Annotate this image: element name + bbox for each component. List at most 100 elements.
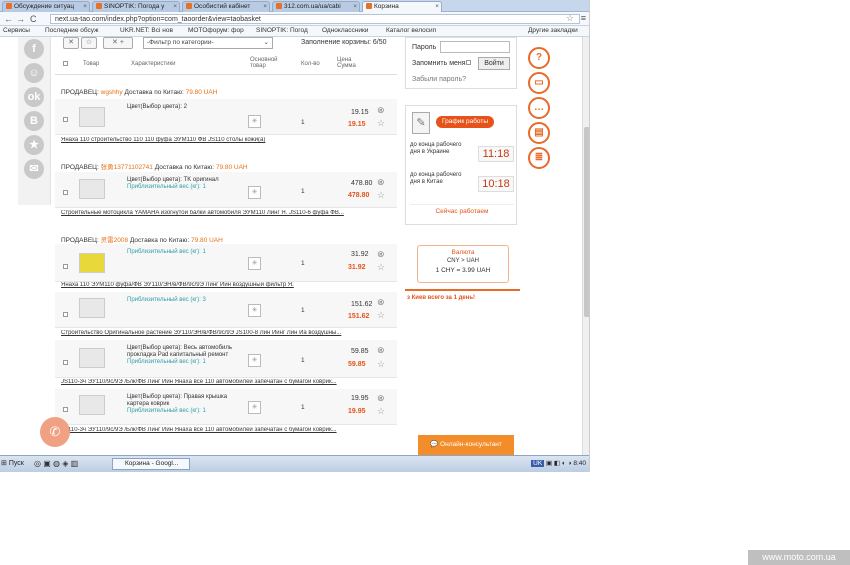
main-product-toggle[interactable]: ✳ bbox=[248, 401, 261, 414]
vkontakte-icon[interactable]: B bbox=[24, 111, 44, 131]
tray-icons[interactable]: ▣ ◧ ◐ ◑ bbox=[546, 460, 572, 467]
forgot-password-link[interactable]: Забыли пароль? bbox=[412, 76, 466, 83]
item-checkbox[interactable] bbox=[63, 407, 68, 412]
language-indicator[interactable]: UK bbox=[531, 460, 545, 467]
taskbar-item-browser[interactable]: Корзина - Googl... bbox=[112, 458, 190, 470]
item-checkbox[interactable] bbox=[63, 117, 68, 122]
question-icon[interactable]: ? bbox=[528, 47, 550, 69]
document-icon[interactable]: ▤ bbox=[528, 122, 550, 144]
scrollbar[interactable] bbox=[582, 37, 589, 455]
favorite-icon[interactable]: ☆ bbox=[377, 190, 385, 201]
list-icon[interactable]: ≣ bbox=[528, 147, 550, 169]
item-checkbox[interactable] bbox=[63, 264, 68, 269]
favorite-icon[interactable]: ☆ bbox=[377, 359, 385, 370]
favorite-icon[interactable]: ☆ bbox=[377, 406, 385, 417]
item-title-link[interactable]: JS110-3ч ЭУ110/9с/9Э /Б/ж/ФВ Линг Йин Ян… bbox=[61, 427, 391, 433]
item-qty[interactable]: 1 bbox=[301, 119, 305, 126]
seller-name[interactable]: wgshhy bbox=[101, 89, 123, 96]
menu-icon[interactable]: ≡ bbox=[581, 13, 586, 23]
schedule-button[interactable]: График работы bbox=[436, 116, 494, 128]
remove-icon[interactable]: ⊗ bbox=[377, 105, 385, 116]
product-thumbnail[interactable] bbox=[79, 179, 105, 199]
item-qty[interactable]: 1 bbox=[301, 188, 305, 195]
bookmark-services[interactable]: Сервисы bbox=[3, 27, 30, 34]
bookmark-3[interactable]: MOTOфорум: фор bbox=[188, 27, 244, 34]
close-icon[interactable]: × bbox=[435, 3, 439, 10]
remove-icon[interactable]: ⊗ bbox=[377, 297, 385, 308]
product-thumbnail[interactable] bbox=[79, 253, 105, 273]
start-button[interactable]: ⊞ Пуск bbox=[1, 458, 29, 470]
favorite-icon[interactable]: ☆ bbox=[377, 310, 385, 321]
item-title-link[interactable]: Строительство Оригинальное растение ЭУ11… bbox=[61, 330, 391, 336]
item-checkbox[interactable] bbox=[63, 190, 68, 195]
login-button[interactable]: Войти bbox=[478, 57, 510, 70]
item-title-link[interactable]: JS110-3ч ЭУ110/9с/9Э /Б/ж/ФВ Линг Йин Ян… bbox=[61, 379, 391, 385]
online-consultant-button[interactable]: 💬 Онлайн-консультант bbox=[418, 435, 514, 455]
bookmark-2[interactable]: UKR.NET: Всі нов bbox=[120, 27, 173, 34]
item-qty[interactable]: 1 bbox=[301, 357, 305, 364]
product-thumbnail[interactable] bbox=[79, 395, 105, 415]
card-icon[interactable]: ▭ bbox=[528, 72, 550, 94]
item-title-link[interactable]: Янаха 110 строительство 110 110 фуфа ЭУМ… bbox=[61, 137, 391, 143]
remove-icon[interactable]: ⊗ bbox=[377, 345, 385, 356]
forward-icon[interactable]: → bbox=[16, 14, 25, 24]
scrollbar-thumb[interactable] bbox=[584, 127, 589, 317]
bookmark-6[interactable]: Каталог велосип bbox=[386, 27, 436, 34]
bookmark-star-icon[interactable]: ☆ bbox=[566, 13, 574, 24]
main-product-toggle[interactable]: ✳ bbox=[248, 257, 261, 270]
close-icon[interactable]: × bbox=[173, 3, 177, 10]
main-product-toggle[interactable]: ✳ bbox=[248, 304, 261, 317]
seller-name[interactable]: 张勇13771102741 bbox=[101, 164, 153, 171]
item-checkbox[interactable] bbox=[63, 312, 68, 317]
mail-icon[interactable]: ✉ bbox=[24, 159, 44, 179]
item-qty[interactable]: 1 bbox=[301, 404, 305, 411]
item-qty[interactable]: 1 bbox=[301, 307, 305, 314]
remove-icon[interactable]: ⊗ bbox=[377, 393, 385, 404]
main-product-toggle[interactable]: ✳ bbox=[248, 186, 261, 199]
reload-icon[interactable]: C bbox=[30, 14, 37, 24]
item-qty[interactable]: 1 bbox=[301, 260, 305, 267]
smile-icon[interactable]: ☺ bbox=[24, 63, 44, 83]
favorite-icon[interactable]: ☆ bbox=[377, 118, 385, 129]
bookmark-4[interactable]: SINOPTIK: Погод bbox=[256, 27, 308, 34]
item-title-link[interactable]: Янаха 110 ЭУМ110 фуфа/ФВ ЭУ110/ЭН/в/ФВ/9… bbox=[61, 282, 391, 288]
tab-2[interactable]: SINOPTIK: Погода у × bbox=[92, 1, 180, 12]
bookmark-5[interactable]: Одноклассники bbox=[322, 27, 368, 34]
category-filter-select[interactable]: -Фильтр по категории- ⌄ bbox=[143, 37, 273, 49]
remove-icon[interactable]: ⊗ bbox=[377, 249, 385, 260]
back-icon[interactable]: ← bbox=[4, 14, 13, 24]
bookmark-1[interactable]: Последние обсуж bbox=[45, 27, 98, 34]
seller-name[interactable]: 灵雷2008 bbox=[101, 237, 128, 244]
password-input[interactable] bbox=[440, 41, 510, 53]
remember-checkbox[interactable] bbox=[466, 60, 471, 65]
move-selected-button[interactable]: ✕ + bbox=[103, 37, 133, 49]
phone-icon[interactable]: ✆ bbox=[40, 417, 70, 447]
bookmark-other[interactable]: Другие закладки bbox=[528, 27, 578, 34]
close-icon[interactable]: × bbox=[83, 3, 87, 10]
favorite-icon[interactable]: ☆ bbox=[377, 262, 385, 273]
quicklaunch-icons[interactable]: ◎ ▣ ◍ ◈ ▥ bbox=[34, 459, 78, 468]
item-checkbox[interactable] bbox=[63, 360, 68, 365]
main-product-toggle[interactable]: ✳ bbox=[248, 115, 261, 128]
tab-1[interactable]: Обсуждение ситуац × bbox=[2, 1, 90, 12]
facebook-icon[interactable]: f bbox=[24, 39, 44, 59]
remove-icon[interactable]: ⊗ bbox=[377, 177, 385, 188]
close-icon[interactable]: × bbox=[263, 3, 267, 10]
product-thumbnail[interactable] bbox=[79, 107, 105, 127]
favorite-selected-button[interactable]: ☆ bbox=[81, 37, 97, 49]
product-thumbnail[interactable] bbox=[79, 298, 105, 318]
tab-4[interactable]: 312.com.ua/ua/cabi × bbox=[272, 1, 360, 12]
main-product-toggle[interactable]: ✳ bbox=[248, 354, 261, 367]
tab-basket[interactable]: Корзина × bbox=[362, 1, 442, 12]
product-thumbnail[interactable] bbox=[79, 348, 105, 368]
close-icon[interactable]: × bbox=[353, 3, 357, 10]
chat-icon[interactable]: … bbox=[528, 97, 550, 119]
select-all-checkbox[interactable] bbox=[63, 61, 68, 66]
delete-selected-button[interactable]: ✕ bbox=[63, 37, 79, 49]
star-icon[interactable]: ★ bbox=[24, 135, 44, 155]
item-title-link[interactable]: Строительные мотоцикла YAMAHA изогнутой … bbox=[61, 210, 391, 216]
odnoklassniki-icon[interactable]: ok bbox=[24, 87, 44, 107]
url-input[interactable]: next.ua-tao.com/index.php?option=com_tao… bbox=[50, 14, 580, 24]
promo-banner[interactable]: з Киев всего за 1 день! bbox=[405, 289, 520, 309]
tab-3[interactable]: Особистий кабінет × bbox=[182, 1, 270, 12]
